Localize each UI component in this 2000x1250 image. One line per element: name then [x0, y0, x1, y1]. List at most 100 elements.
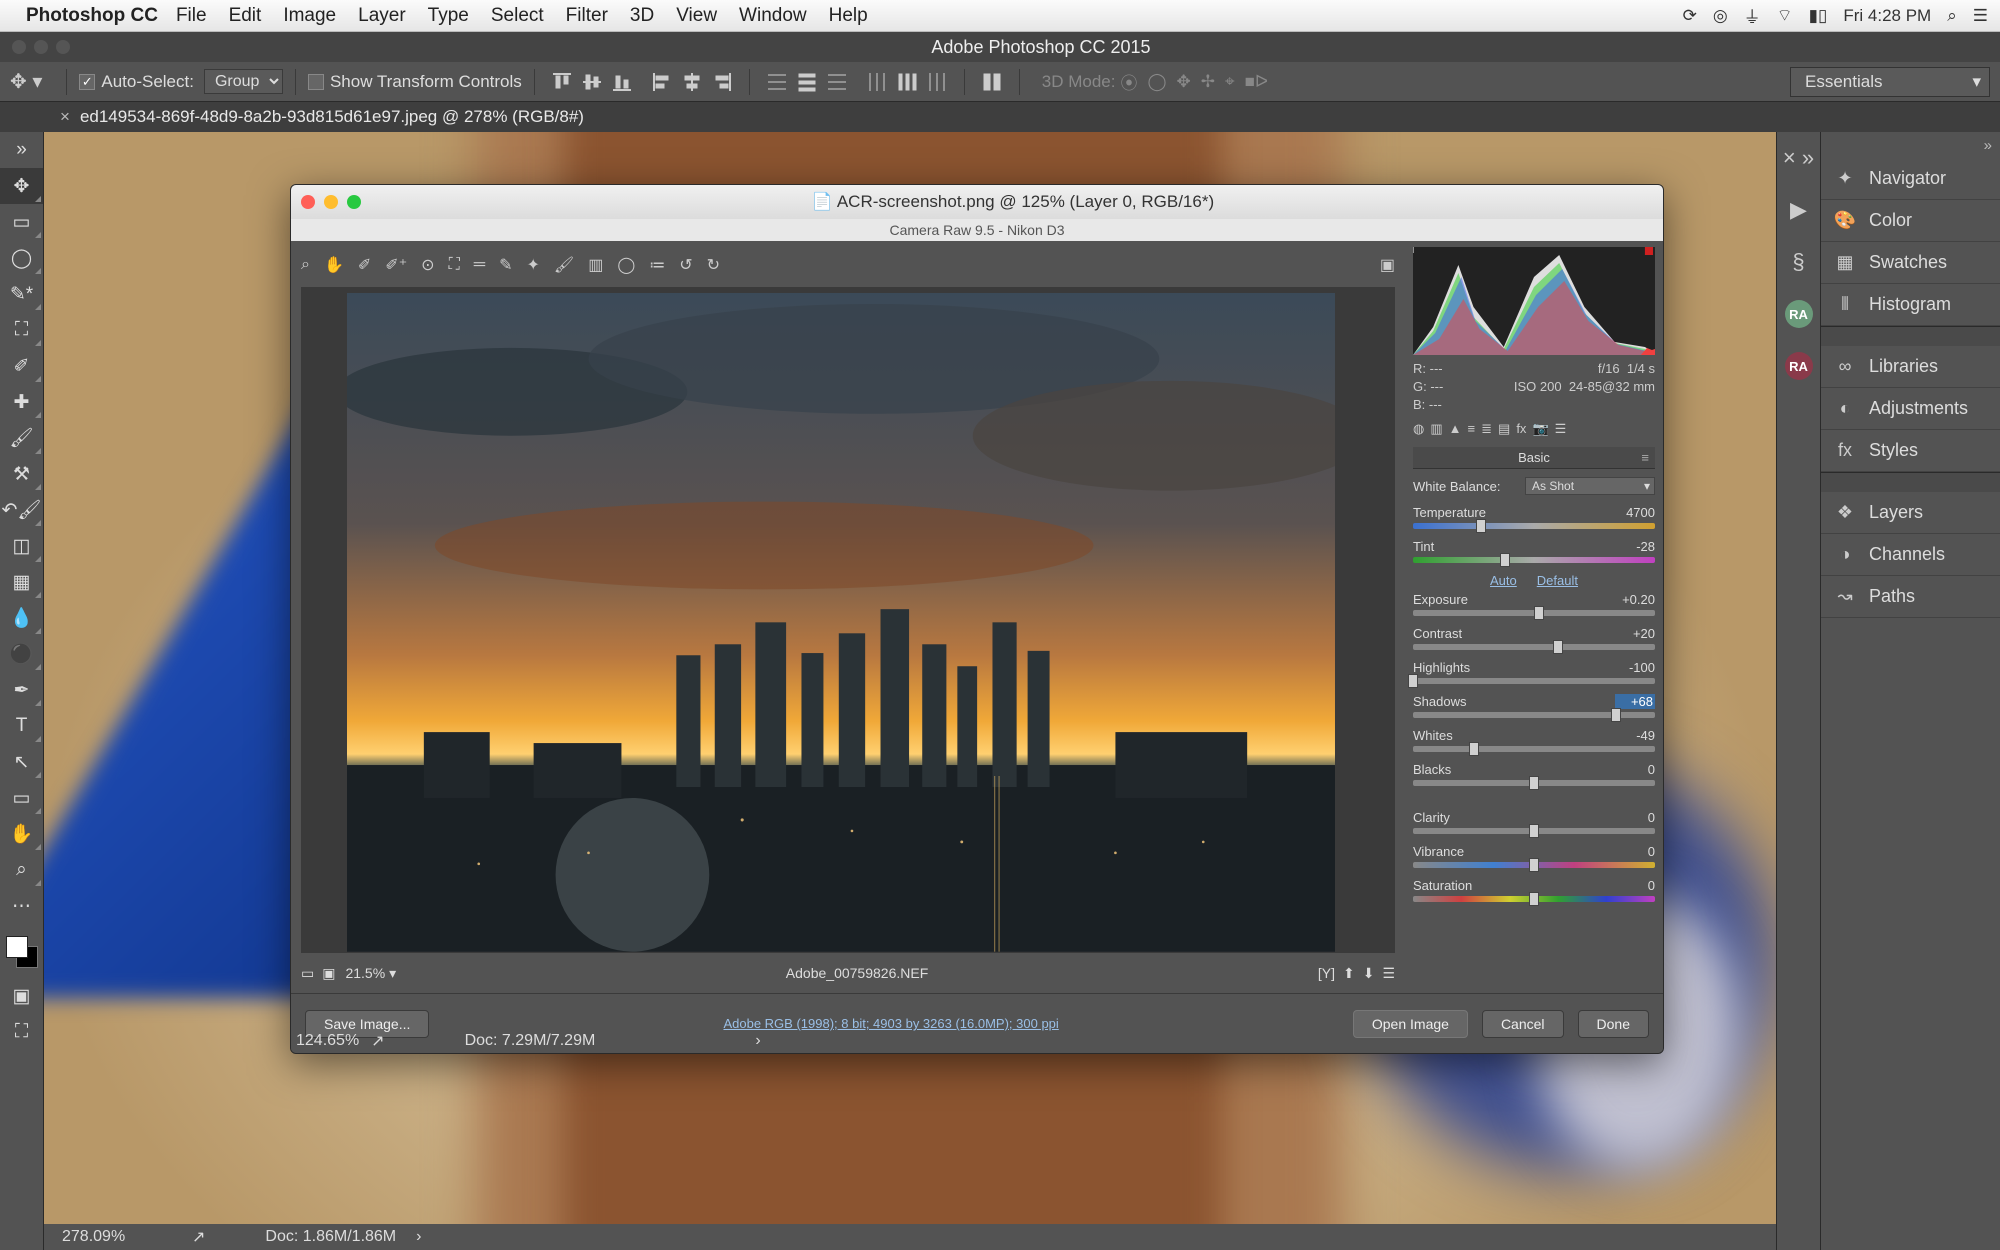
- app-name[interactable]: Photoshop CC: [26, 5, 158, 27]
- slider-exposure[interactable]: Exposure+0.20: [1413, 592, 1655, 616]
- crop-tool[interactable]: ⛶: [0, 312, 43, 348]
- eyedropper-tool[interactable]: ✐: [0, 348, 43, 384]
- slider-shadows-value[interactable]: +68: [1615, 694, 1655, 709]
- acr-zoom-menu-icon[interactable]: ▾: [389, 965, 396, 982]
- healing-tool[interactable]: ✚: [0, 384, 43, 420]
- quick-select-tool[interactable]: ✎*: [0, 276, 43, 312]
- strip-collapse-icon[interactable]: × »: [1777, 132, 1820, 184]
- acr-straighten-icon[interactable]: ═: [474, 256, 485, 274]
- doc-arrow-icon[interactable]: ›: [416, 1228, 421, 1246]
- acr-preview-zoom[interactable]: 21.5%: [345, 965, 385, 981]
- brush-tool[interactable]: 🖌: [0, 420, 43, 456]
- slider-vibrance-value[interactable]: 0: [1615, 844, 1655, 859]
- 3d-zoom-icon[interactable]: ⌖: [1225, 72, 1235, 92]
- tab-lens-icon[interactable]: ▤: [1498, 421, 1510, 443]
- slider-shadows[interactable]: Shadows+68: [1413, 694, 1655, 718]
- slider-tint-track[interactable]: [1413, 557, 1655, 563]
- panel-layers[interactable]: ❖Layers: [1821, 492, 2000, 534]
- inner-zoom-arrow-icon[interactable]: ↗: [371, 1031, 384, 1051]
- align-vcenter-icon[interactable]: [581, 71, 603, 93]
- slider-clarity[interactable]: Clarity0: [1413, 810, 1655, 834]
- acr-crop-tool-icon[interactable]: ⛶: [449, 256, 460, 274]
- battery-icon[interactable]: ▮▯: [1809, 6, 1828, 26]
- hand-tool[interactable]: ✋: [0, 816, 43, 852]
- menu-layer[interactable]: Layer: [358, 5, 406, 27]
- menu-image[interactable]: Image: [283, 5, 336, 27]
- inner-zoom[interactable]: 124.65%: [296, 1032, 359, 1050]
- eraser-tool[interactable]: ◫: [0, 528, 43, 564]
- strip-style-icon[interactable]: §: [1777, 236, 1820, 288]
- auto-select-checkbox[interactable]: [79, 74, 95, 90]
- close-tab-icon[interactable]: ×: [60, 107, 70, 127]
- strip-badge-maroon[interactable]: RA: [1777, 340, 1820, 392]
- tab-hsl-icon[interactable]: ≡: [1468, 421, 1476, 443]
- panel-swatches[interactable]: ▦Swatches: [1821, 242, 2000, 284]
- distribute-hcenter-icon[interactable]: [896, 71, 918, 93]
- acr-histogram[interactable]: [1413, 247, 1655, 355]
- slider-whites-thumb[interactable]: [1469, 742, 1479, 756]
- slider-vibrance[interactable]: Vibrance0: [1413, 844, 1655, 868]
- slider-shadows-track[interactable]: [1413, 712, 1655, 718]
- distribute-top-icon[interactable]: [766, 71, 788, 93]
- acr-default-link[interactable]: Default: [1537, 573, 1578, 588]
- strip-badge-teal[interactable]: RA: [1777, 288, 1820, 340]
- slider-whites-value[interactable]: -49: [1615, 728, 1655, 743]
- panel-navigator[interactable]: ✦Navigator: [1821, 158, 2000, 200]
- tab-fx-icon[interactable]: fx: [1516, 421, 1526, 443]
- acr-redeye-icon[interactable]: ✦: [527, 255, 540, 275]
- slider-temperature-thumb[interactable]: [1476, 519, 1486, 533]
- acr-fit-icon[interactable]: ▭: [301, 965, 314, 982]
- panel-styles[interactable]: fxStyles: [1821, 430, 2000, 472]
- panel-channels[interactable]: ◑Channels: [1821, 534, 2000, 576]
- acr-grad-filter-icon[interactable]: ▥: [588, 255, 603, 275]
- tab-curve-icon[interactable]: ▥: [1430, 421, 1442, 443]
- menu-type[interactable]: Type: [428, 5, 469, 27]
- acr-window-controls[interactable]: [301, 195, 373, 209]
- tab-presets-icon[interactable]: ☰: [1555, 421, 1567, 443]
- menu-view[interactable]: View: [676, 5, 717, 27]
- slider-highlights-value[interactable]: -100: [1615, 660, 1655, 675]
- slider-temperature[interactable]: Temperature4700: [1413, 505, 1655, 529]
- tab-basic-icon[interactable]: ◍: [1413, 421, 1424, 443]
- slider-saturation-value[interactable]: 0: [1615, 878, 1655, 893]
- distribute-vcenter-icon[interactable]: [796, 71, 818, 93]
- slider-tint[interactable]: Tint-28: [1413, 539, 1655, 563]
- gradient-tool[interactable]: ▦: [0, 564, 43, 600]
- acr-wb-tool-icon[interactable]: ✐: [358, 255, 371, 275]
- move-tool-icon[interactable]: ✥ ▾: [10, 69, 42, 94]
- slider-whites[interactable]: Whites-49: [1413, 728, 1655, 752]
- edit-toolbar[interactable]: ⋯: [0, 888, 43, 924]
- strip-play-icon[interactable]: ▶: [1777, 184, 1820, 236]
- align-left-icon[interactable]: [651, 71, 673, 93]
- slider-saturation-track[interactable]: [1413, 896, 1655, 902]
- slider-tint-value[interactable]: -28: [1615, 539, 1655, 554]
- tab-detail-icon[interactable]: ▲: [1449, 421, 1462, 443]
- acr-adjust-brush-icon[interactable]: 🖌: [554, 255, 574, 275]
- clock[interactable]: Fri 4:28 PM: [1843, 6, 1931, 26]
- tab-split-icon[interactable]: ≣: [1481, 421, 1492, 443]
- acr-preview-down-icon[interactable]: ⬇: [1363, 965, 1375, 982]
- slider-contrast-thumb[interactable]: [1553, 640, 1563, 654]
- slider-saturation-thumb[interactable]: [1529, 892, 1539, 906]
- 3d-orbit-icon[interactable]: ⦿: [1120, 69, 1137, 94]
- target-icon[interactable]: ◎: [1713, 6, 1728, 26]
- menu-3d[interactable]: 3D: [630, 5, 654, 27]
- slider-vibrance-thumb[interactable]: [1529, 858, 1539, 872]
- marquee-tool[interactable]: ▭: [0, 204, 43, 240]
- fg-bg-colors[interactable]: [0, 930, 43, 978]
- 3d-slide-icon[interactable]: ✢: [1201, 72, 1215, 92]
- slider-temperature-track[interactable]: [1413, 523, 1655, 529]
- slider-blacks[interactable]: Blacks0: [1413, 762, 1655, 786]
- zoom-level[interactable]: 278.09%: [62, 1228, 182, 1246]
- distribute-left-icon[interactable]: [866, 71, 888, 93]
- slider-shadows-thumb[interactable]: [1611, 708, 1621, 722]
- acr-done-button[interactable]: Done: [1578, 1010, 1649, 1038]
- acr-titlebar[interactable]: 📄 ACR-screenshot.png @ 125% (Layer 0, RG…: [291, 185, 1663, 219]
- distribute-right-icon[interactable]: [926, 71, 948, 93]
- acr-preview-y-icon[interactable]: [Y]: [1318, 965, 1335, 982]
- acr-color-sampler-icon[interactable]: ✐⁺: [385, 255, 407, 275]
- shape-tool[interactable]: ▭: [0, 780, 43, 816]
- wifi-alt-icon[interactable]: ⏚: [1744, 3, 1761, 28]
- slider-clarity-thumb[interactable]: [1529, 824, 1539, 838]
- slider-blacks-track[interactable]: [1413, 780, 1655, 786]
